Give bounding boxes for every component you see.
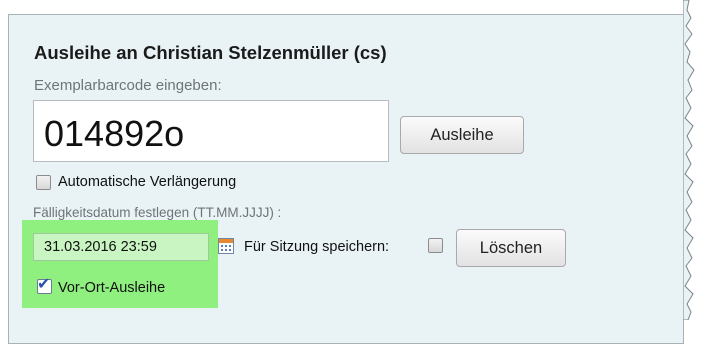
- due-date-input[interactable]: [33, 233, 209, 261]
- save-session-checkbox[interactable]: [428, 238, 443, 253]
- barcode-input[interactable]: [33, 100, 389, 162]
- auto-renew-checkbox[interactable]: [36, 175, 51, 190]
- page-title: Ausleihe an Christian Stelzenmüller (cs): [34, 42, 387, 63]
- auto-renew-label: Automatische Verlängerung: [58, 174, 237, 190]
- torn-edge: [683, 0, 695, 320]
- barcode-label: Exemplarbarcode eingeben:: [34, 77, 222, 94]
- calendar-icon[interactable]: [218, 238, 234, 254]
- onsite-label: Vor-Ort-Ausleihe: [58, 280, 166, 296]
- loan-button[interactable]: Ausleihe: [400, 116, 524, 154]
- delete-button[interactable]: Löschen: [456, 229, 566, 267]
- onsite-checkbox[interactable]: ✔: [37, 276, 52, 294]
- save-session-label: Für Sitzung speichern:: [244, 239, 390, 255]
- checkmark-icon: ✔: [37, 276, 51, 293]
- due-date-label: Fälligkeitsdatum festlegen (TT.MM.JJJJ) …: [33, 205, 282, 220]
